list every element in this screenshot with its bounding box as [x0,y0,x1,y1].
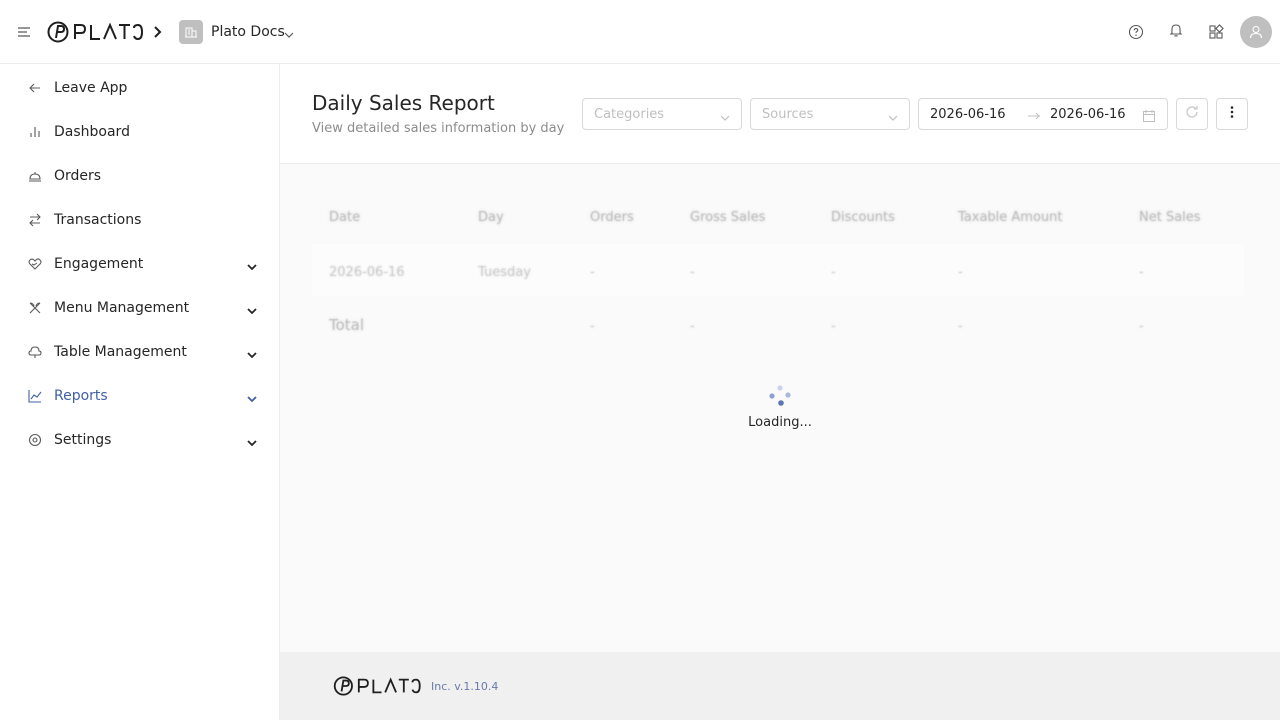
loading-text: Loading... [748,415,812,430]
sidebar-item-label: Table Management [54,344,187,360]
chevron-down-icon [246,346,258,359]
swap-icon [27,212,43,228]
sidebar-item-label: Settings [54,432,112,448]
apps-icon[interactable] [1206,22,1226,42]
total-discounts: - [831,319,836,334]
footer-version: Inc. v.1.10.4 [431,680,499,693]
sidebar: Leave App Dashboard Orders Transactions … [0,64,280,720]
sidebar-item-label: Transactions [54,212,142,228]
sidebar-item-label: Orders [54,168,102,184]
column-header[interactable]: Discounts [831,209,895,227]
sidebar-item-menu-management[interactable]: Menu Management [0,288,279,328]
date-to[interactable]: 2026-06-16 [1050,106,1126,124]
arrow-right-icon [1027,108,1041,122]
page-title: Daily Sales Report [312,91,495,115]
sidebar-item-label: Leave App [54,80,128,96]
date-range-picker[interactable]: 2026-06-16 2026-06-16 [918,98,1168,130]
column-header[interactable]: Gross Sales [690,209,765,227]
sidebar-item-reports[interactable]: Reports [0,376,279,416]
breadcrumb-chevron-icon [150,22,166,42]
sidebar-item-label: Dashboard [54,124,130,140]
chevron-down-icon [719,109,731,121]
heart-hand-icon [27,256,43,272]
page-subtitle: View detailed sales information by day [312,121,565,136]
utensils-icon [27,300,43,316]
sidebar-item-label: Menu Management [54,300,190,316]
main-content: Daily Sales Report View detailed sales i… [280,64,1280,652]
categories-select[interactable]: Categories [582,98,742,130]
sources-select[interactable]: Sources [750,98,910,130]
total-orders: - [590,319,595,334]
bar-chart-icon [27,124,43,140]
total-label: Total [329,316,365,334]
sidebar-item-leave-app[interactable]: Leave App [0,68,279,108]
chevron-down-icon [246,258,258,271]
total-net-sales: - [1139,319,1144,334]
bell-icon[interactable] [1166,20,1186,40]
cell-day: Tuesday [478,265,531,280]
cell-orders: - [590,265,595,280]
categories-placeholder: Categories [594,107,665,122]
sales-table: Date Day Orders Gross Sales Discounts Ta… [308,188,1252,360]
total-gross-sales: - [690,319,695,334]
sources-placeholder: Sources [762,107,814,122]
sidebar-item-label: Reports [54,388,108,404]
date-from[interactable]: 2026-06-16 [930,106,1006,124]
column-header[interactable]: Taxable Amount [958,209,1063,227]
sidebar-item-orders[interactable]: Orders [0,156,279,196]
column-header[interactable]: Date [329,209,360,227]
user-icon[interactable] [1240,16,1272,48]
cloche-icon [27,168,43,184]
refresh-icon [1184,104,1200,124]
footer: Inc. v.1.10.4 [280,652,1280,720]
cell-date: 2026-06-16 [329,265,405,280]
chevron-down-icon [246,390,258,403]
cell-net-sales: - [1139,265,1144,280]
refresh-button[interactable] [1176,98,1208,130]
column-header[interactable]: Day [478,209,504,227]
chevron-down-icon[interactable] [283,26,295,38]
chevron-down-icon [246,302,258,315]
column-header[interactable]: Orders [590,209,634,227]
settings-icon [27,432,43,448]
column-header[interactable]: Net Sales [1139,209,1201,227]
table-row [312,244,1244,296]
help-icon[interactable] [1126,22,1146,42]
more-vertical-icon [1224,104,1240,124]
plato-logo[interactable] [47,21,143,43]
top-bar: Plato Docs [0,0,1280,64]
total-taxable-amount: - [958,319,963,334]
sidebar-item-transactions[interactable]: Transactions [0,200,279,240]
sidebar-item-settings[interactable]: Settings [0,420,279,460]
sidebar-item-dashboard[interactable]: Dashboard [0,112,279,152]
sidebar-item-table-management[interactable]: Table Management [0,332,279,372]
footer-plato-logo [329,676,425,696]
loading-spinner-icon [768,384,792,408]
cell-discounts: - [831,265,836,280]
chevron-down-icon [246,434,258,447]
chevron-down-icon [887,109,899,121]
sidebar-item-engagement[interactable]: Engagement [0,244,279,284]
workspace-name[interactable]: Plato Docs [211,22,285,42]
page-header: Daily Sales Report View detailed sales i… [280,64,1280,164]
more-options-button[interactable] [1216,98,1248,130]
sidebar-item-label: Engagement [54,256,144,272]
cell-gross-sales: - [690,265,695,280]
line-chart-icon [27,388,43,404]
menu-icon[interactable] [16,24,32,40]
cell-taxable-amount: - [958,265,963,280]
calendar-icon [1142,108,1156,122]
arrow-left-icon [27,80,43,96]
workspace-icon[interactable] [179,20,203,44]
table-icon [27,344,43,360]
